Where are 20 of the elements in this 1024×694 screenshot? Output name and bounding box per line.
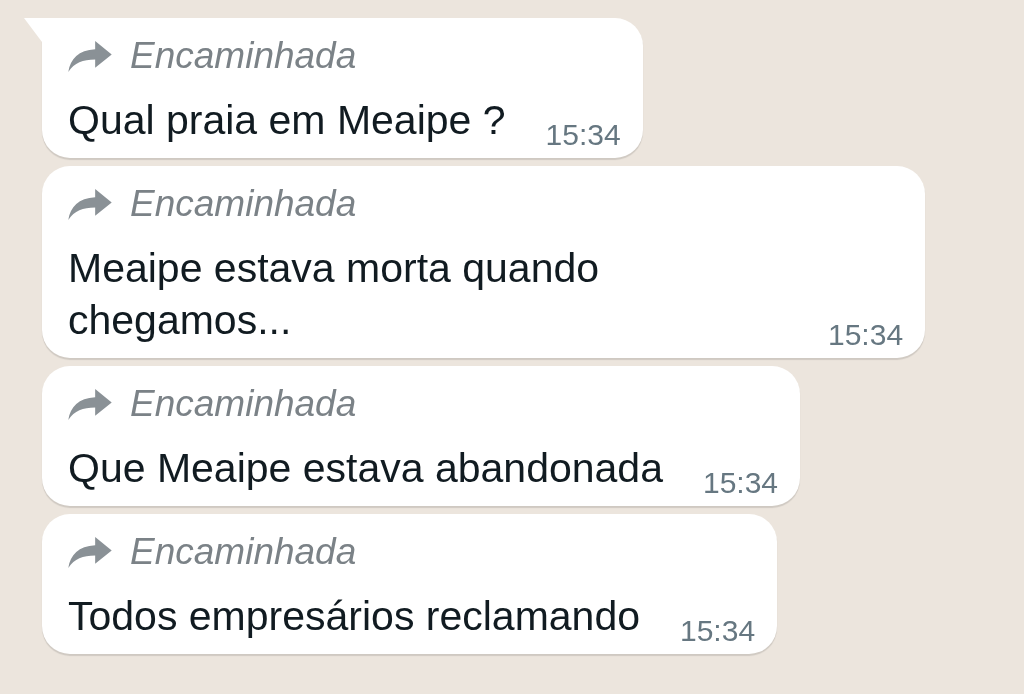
forwarded-label: Encaminhada [130, 530, 357, 574]
message-text: Que Meaipe estava abandonada [68, 444, 663, 493]
message-text: Todos empresários reclamando [68, 592, 640, 641]
forwarded-label: Encaminhada [130, 34, 357, 78]
forwarded-label: Encaminhada [130, 382, 357, 426]
message-bubble[interactable]: Encaminhada Meaipe estava morta quando chegamos... 15:34 [42, 166, 926, 358]
forward-arrow-icon [68, 536, 112, 568]
message-text: Meaipe estava morta quando chegamos... [68, 244, 601, 345]
forward-arrow-icon [68, 188, 112, 220]
message-time: 15:34 [828, 318, 904, 352]
forward-arrow-icon [68, 40, 112, 72]
message-bubble[interactable]: Encaminhada Que Meaipe estava abandonada 15:34 [42, 366, 801, 506]
message-time: 15:34 [702, 466, 779, 500]
message-time: 15:34 [545, 118, 621, 152]
message-bubble[interactable]: Encaminhada Qual praia em Meaipe ? 15:34 [42, 18, 643, 158]
forward-arrow-icon [68, 388, 112, 420]
message-text: Qual praia em Meaipe ? [68, 96, 506, 145]
message-bubble[interactable]: Encaminhada Todos empresários reclamando 15:34 [42, 514, 778, 654]
forwarded-label: Encaminhada [130, 182, 357, 226]
message-time: 15:34 [680, 614, 756, 648]
